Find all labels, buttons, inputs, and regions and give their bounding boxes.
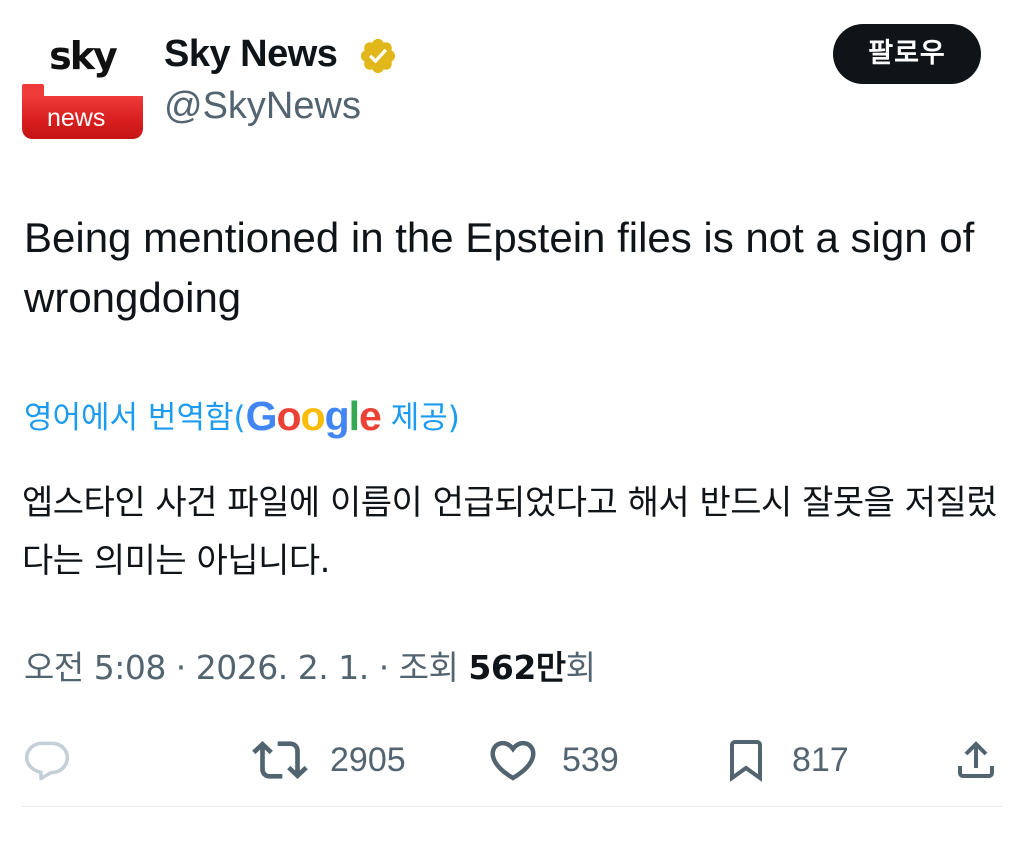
- retweet-button[interactable]: 2905: [252, 732, 406, 788]
- like-button[interactable]: 539: [486, 732, 619, 788]
- views-count: 562만: [468, 648, 566, 687]
- retweet-count: 2905: [330, 740, 406, 779]
- google-logo-icon: Google: [245, 393, 382, 439]
- bookmark-count: 817: [792, 740, 849, 779]
- share-button[interactable]: [952, 732, 1022, 788]
- divider: [22, 806, 1002, 807]
- tweet-timestamp[interactable]: 오전 5:08 · 2026. 2. 1. · 조회: [24, 648, 468, 687]
- tweet-meta: 오전 5:08 · 2026. 2. 1. · 조회 562만회: [24, 642, 596, 694]
- author-display-name[interactable]: Sky News: [164, 32, 338, 76]
- like-count: 539: [562, 740, 619, 779]
- reply-bubble-icon: [24, 741, 70, 781]
- avatar-news-bar: news: [22, 96, 143, 139]
- author-handle[interactable]: @SkyNews: [164, 84, 361, 128]
- translation-prefix: 영어에서 번역함(: [24, 400, 246, 436]
- reply-button[interactable]: [22, 732, 94, 788]
- avatar[interactable]: sky news: [22, 24, 143, 139]
- avatar-sky-logo-text: sky: [49, 34, 118, 78]
- bookmark-button[interactable]: 817: [722, 732, 849, 788]
- heart-icon: [490, 740, 536, 781]
- translated-tweet-text: 엡스타인 사건 파일에 이름이 언급되었다고 해서 반드시 잘못을 저질렀다는 …: [22, 483, 998, 581]
- tweet-text: Being mentioned in the Epstein files is …: [24, 214, 975, 321]
- avatar-news-logo-text: news: [47, 104, 106, 132]
- retweet-icon: [252, 741, 308, 779]
- verified-badge-icon: [360, 38, 396, 74]
- share-upload-icon: [958, 741, 994, 778]
- views-suffix: 회: [565, 648, 596, 687]
- bookmark-icon: [730, 740, 762, 782]
- translation-attribution[interactable]: 영어에서 번역함(Google 제공): [24, 392, 460, 442]
- translation-suffix: 제공): [380, 400, 460, 436]
- follow-button[interactable]: 팔로우: [833, 24, 981, 84]
